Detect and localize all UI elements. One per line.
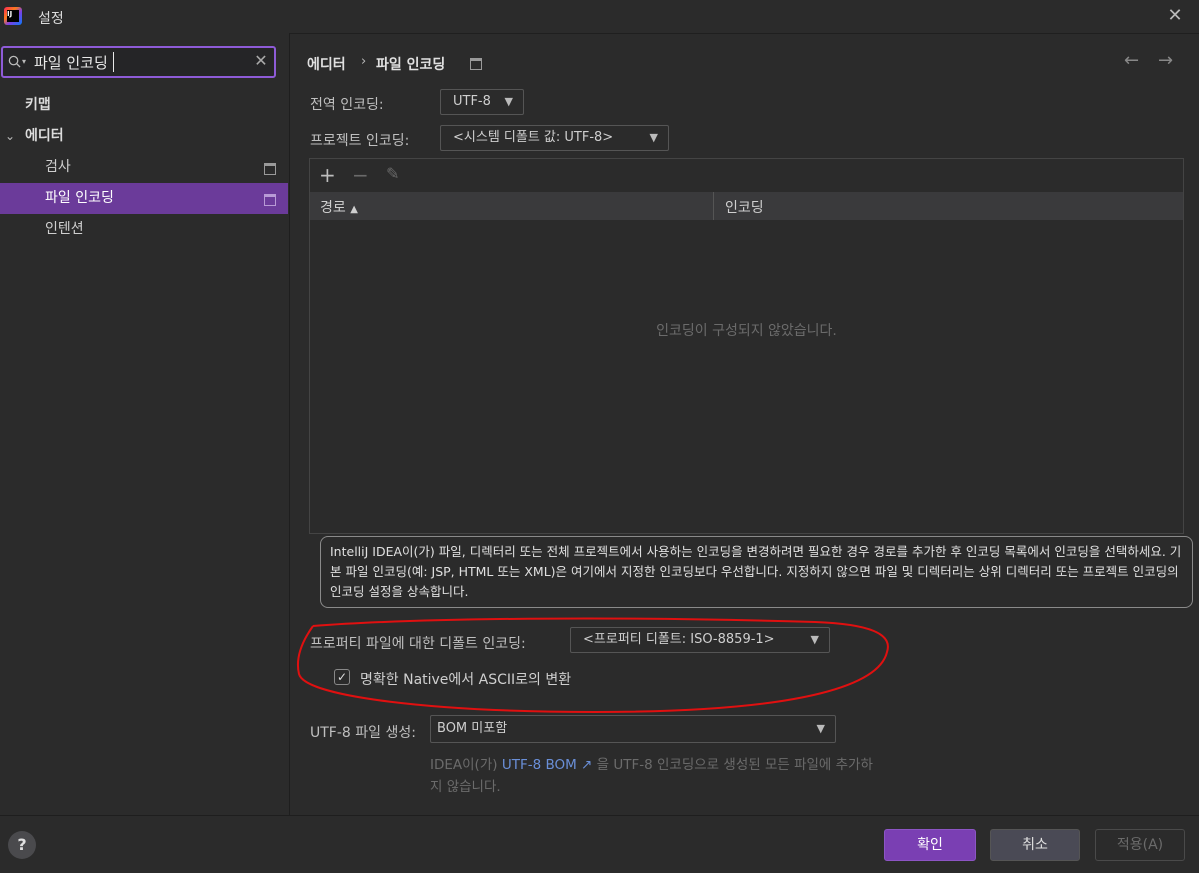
sidebar-item-keymap[interactable]: 키맵	[25, 90, 51, 120]
column-path-label: 경로	[320, 200, 346, 216]
bom-help-prefix: IDEA이(가)	[430, 757, 502, 773]
sidebar-item-editor[interactable]: 에디터	[25, 121, 64, 151]
dropdown-arrow-icon: ▼	[816, 722, 825, 735]
project-level-icon	[264, 163, 276, 175]
remove-icon[interactable]: −	[352, 163, 369, 187]
global-encoding-select[interactable]: UTF-8 ▼	[440, 89, 524, 115]
project-encoding-select[interactable]: <시스템 디폴트 값: UTF-8> ▼	[440, 125, 669, 151]
window-title: 설정	[38, 11, 64, 27]
text-caret	[113, 52, 114, 72]
edit-pencil-icon[interactable]: ✎	[386, 164, 399, 183]
ok-button[interactable]: 확인	[884, 829, 976, 861]
global-encoding-label: 전역 인코딩:	[310, 97, 384, 113]
search-icon	[8, 55, 21, 68]
info-tooltip: IntelliJ IDEA이(가) 파일, 디렉터리 또는 전체 프로젝트에서 …	[320, 536, 1193, 608]
project-encoding-label: 프로젝트 인코딩:	[310, 133, 410, 149]
bom-help-suffix: 을 UTF-8 인코딩으로 생성된 모든 파일에 추가하	[592, 757, 873, 773]
add-icon[interactable]: +	[319, 163, 336, 187]
dropdown-arrow-icon: ▼	[649, 131, 658, 144]
close-icon[interactable]: ✕	[1165, 5, 1185, 27]
bom-label: UTF-8 파일 생성:	[310, 725, 416, 741]
column-header-path[interactable]: 경로 ▲	[320, 197, 358, 217]
project-level-icon	[470, 58, 482, 70]
apply-button[interactable]: 적용(A)	[1095, 829, 1185, 861]
sort-ascending-icon: ▲	[350, 204, 358, 215]
global-encoding-value: UTF-8	[453, 94, 491, 109]
back-arrow-icon[interactable]: ←	[1124, 50, 1139, 71]
chevron-down-icon[interactable]: ⌄	[5, 121, 15, 151]
utf8-bom-link[interactable]: UTF-8 BOM ↗	[502, 757, 593, 773]
bom-select[interactable]: BOM 미포함 ▼	[430, 715, 836, 743]
project-encoding-value: <시스템 디폴트 값: UTF-8>	[453, 130, 614, 145]
help-button[interactable]: ?	[8, 831, 36, 859]
table-empty-text: 인코딩이 구성되지 않았습니다.	[656, 323, 837, 339]
app-logo-text: IJ	[7, 10, 19, 22]
bom-value: BOM 미포함	[437, 721, 508, 736]
project-level-icon	[264, 194, 276, 206]
sidebar-item-inspections[interactable]: 검사	[45, 152, 71, 182]
app-logo-icon: IJ	[4, 7, 22, 25]
cancel-button[interactable]: 취소	[990, 829, 1080, 861]
breadcrumb-current: 파일 인코딩	[376, 57, 446, 73]
breadcrumb-parent[interactable]: 에디터	[307, 54, 346, 74]
sidebar-selected-row[interactable]	[0, 183, 288, 214]
column-header-encoding[interactable]: 인코딩	[725, 197, 764, 217]
search-text[interactable]: 파일 인코딩	[34, 52, 108, 73]
bom-help-text-line2: 지 않습니다.	[430, 779, 501, 795]
bom-help-text: IDEA이(가) UTF-8 BOM ↗ 을 UTF-8 인코딩으로 생성된 모…	[430, 753, 873, 773]
sidebar-item-file-encodings[interactable]: 파일 인코딩	[45, 183, 114, 213]
search-options-chevron-icon[interactable]: ▾	[22, 57, 26, 66]
dropdown-arrow-icon: ▼	[504, 95, 513, 108]
column-divider[interactable]	[713, 192, 714, 220]
clear-search-icon[interactable]: ✕	[252, 51, 270, 70]
annotation-oval	[297, 617, 889, 714]
sidebar-item-intentions[interactable]: 인텐션	[45, 214, 84, 244]
breadcrumb-separator-icon: ›	[361, 54, 367, 69]
title-bar	[0, 0, 1199, 34]
forward-arrow-icon[interactable]: →	[1158, 50, 1173, 71]
